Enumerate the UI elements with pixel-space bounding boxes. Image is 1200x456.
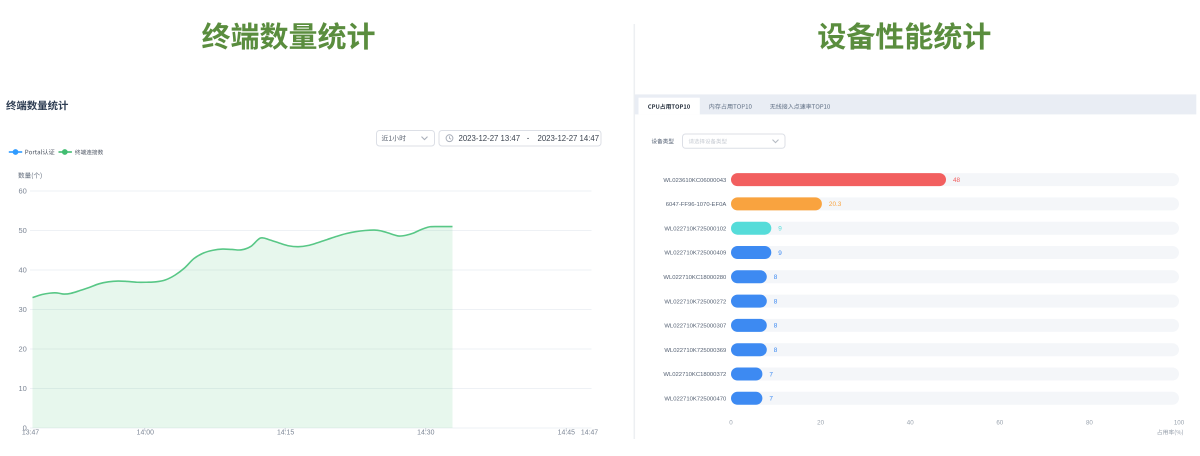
svg-text:WL022710KC18000372: WL022710KC18000372 (663, 372, 726, 378)
svg-text:20: 20 (817, 419, 824, 426)
svg-text:WL022710K725000409: WL022710K725000409 (664, 251, 726, 257)
svg-text:-: - (527, 134, 530, 143)
svg-text:8: 8 (774, 298, 778, 305)
svg-text:6047-FF96-1070-EF0A: 6047-FF96-1070-EF0A (666, 202, 727, 208)
svg-text:80: 80 (1086, 419, 1093, 426)
svg-text:9: 9 (778, 250, 782, 257)
svg-text:0: 0 (729, 419, 733, 426)
svg-text:20: 20 (18, 345, 26, 354)
svg-text:WL022710K725000307: WL022710K725000307 (664, 324, 726, 330)
svg-text:14:30: 14:30 (417, 430, 434, 437)
svg-text:48: 48 (953, 177, 961, 184)
svg-text:40: 40 (18, 266, 26, 275)
svg-text:WL022710K725000272: WL022710K725000272 (664, 299, 726, 305)
svg-text:2023-12-27 14:47: 2023-12-27 14:47 (538, 134, 600, 143)
svg-text:2023-12-27 13:47: 2023-12-27 13:47 (459, 134, 521, 143)
svg-text:WL023610KC06000043: WL023610KC06000043 (663, 178, 727, 184)
svg-text:13:47: 13:47 (22, 430, 39, 437)
svg-text:60: 60 (996, 419, 1003, 426)
svg-text:8: 8 (774, 347, 778, 354)
svg-text:14:47: 14:47 (581, 430, 598, 437)
svg-text:10: 10 (18, 384, 26, 393)
svg-text:WL022710KC18000280: WL022710KC18000280 (663, 275, 727, 281)
svg-text:60: 60 (18, 187, 26, 196)
svg-text:8: 8 (774, 323, 778, 330)
svg-text:8: 8 (774, 274, 778, 281)
svg-text:50: 50 (18, 226, 26, 235)
svg-text:100: 100 (1174, 419, 1185, 426)
svg-text:WL022710K725000369: WL022710K725000369 (664, 348, 726, 354)
svg-text:14:15: 14:15 (277, 430, 294, 437)
svg-text:40: 40 (907, 419, 914, 426)
svg-text:20.3: 20.3 (829, 201, 842, 208)
svg-text:30: 30 (18, 305, 26, 314)
svg-text:14:00: 14:00 (137, 430, 154, 437)
svg-text:WL022710K725000470: WL022710K725000470 (664, 397, 727, 403)
svg-text:9: 9 (778, 226, 782, 233)
svg-text:14:45: 14:45 (558, 430, 575, 437)
svg-text:7: 7 (769, 371, 773, 378)
svg-text:7: 7 (769, 396, 773, 403)
svg-text:WL022710K725000102: WL022710K725000102 (664, 226, 726, 232)
